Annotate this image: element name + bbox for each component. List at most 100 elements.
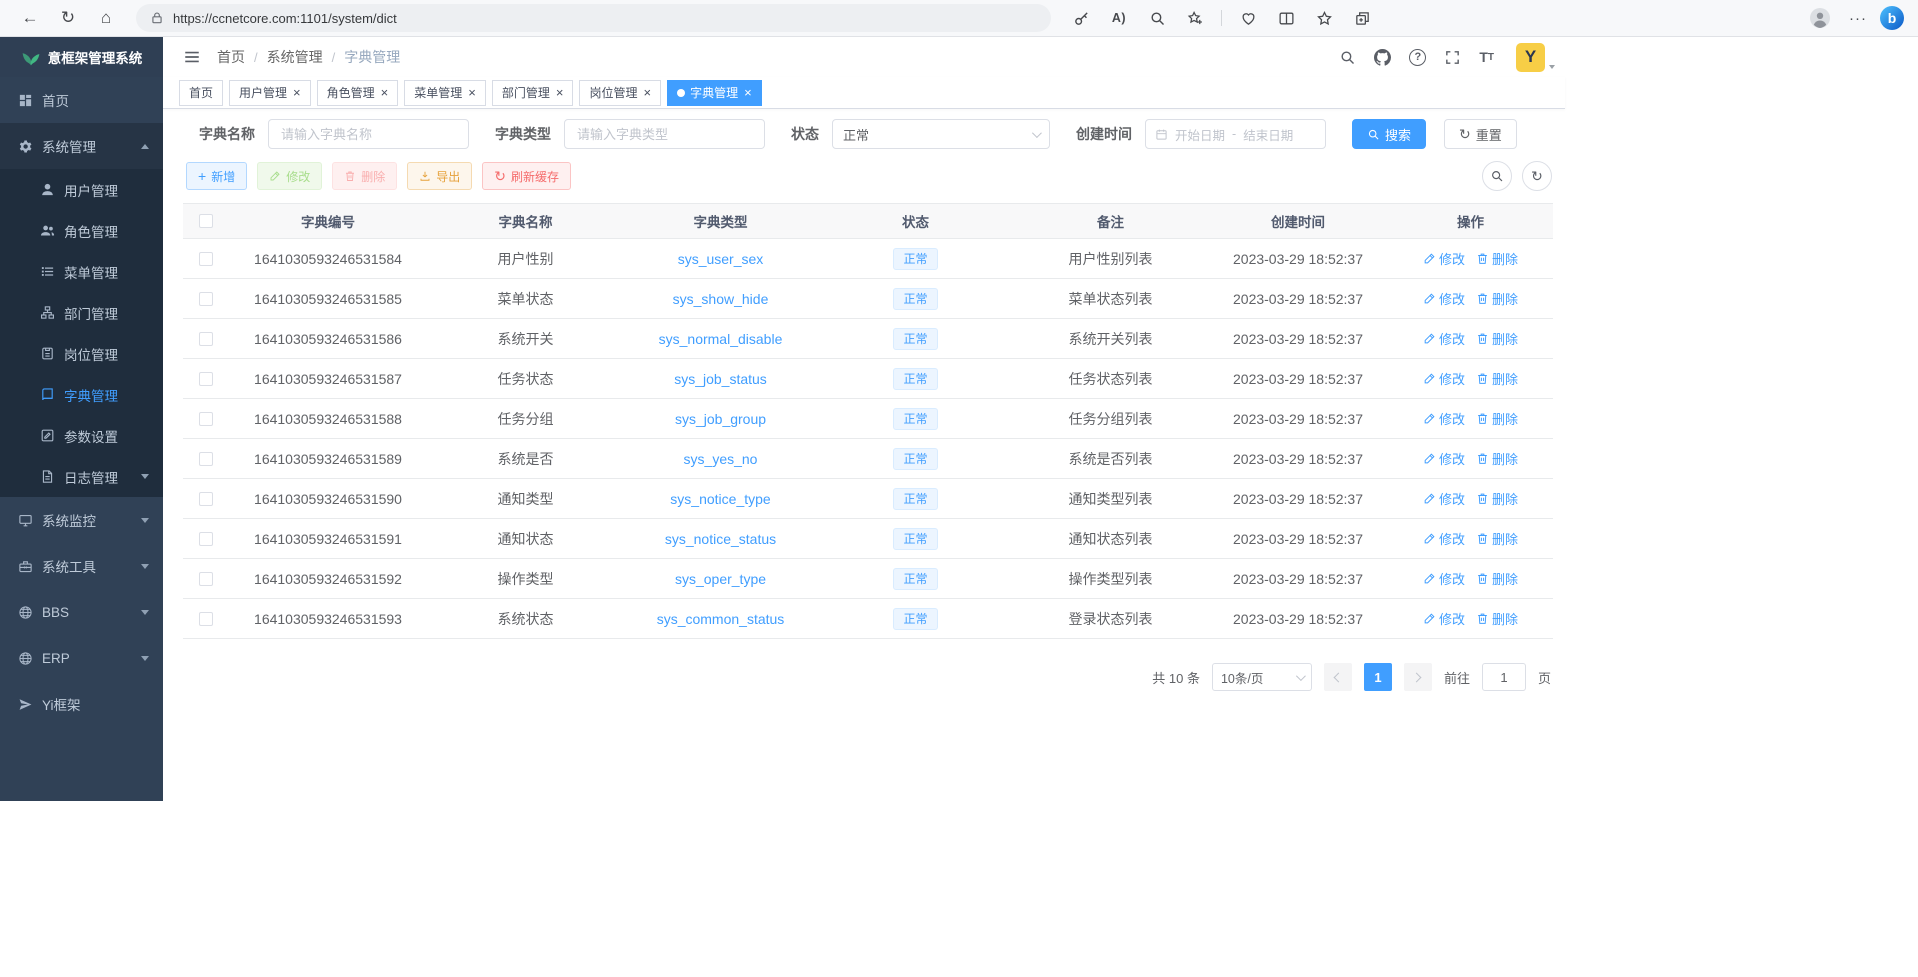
dict-type-link[interactable]: sys_oper_type [675,571,766,587]
dict-type-input[interactable] [564,119,765,149]
sidebar-item-menu-mgmt[interactable]: 菜单管理 [0,251,163,292]
dict-type-link[interactable]: sys_common_status [657,611,785,627]
row-edit-button[interactable]: 修改 [1423,409,1465,428]
goto-page-input[interactable] [1482,663,1526,691]
row-checkbox[interactable] [199,252,213,266]
edit-button[interactable]: 修改 [257,162,322,190]
dict-type-link[interactable]: sys_yes_no [684,451,758,467]
dict-type-link[interactable]: sys_notice_type [670,491,770,507]
tab-home[interactable]: 首页 [179,80,223,106]
add-button[interactable]: + 新增 [186,162,247,190]
row-edit-button[interactable]: 修改 [1423,609,1465,628]
row-delete-button[interactable]: 删除 [1476,289,1518,308]
row-delete-button[interactable]: 删除 [1476,249,1518,268]
sidebar-item-bbs[interactable]: BBS [0,589,163,635]
row-delete-button[interactable]: 删除 [1476,449,1518,468]
address-bar[interactable]: https://ccnetcore.com:1101/system/dict [136,4,1051,32]
dict-type-link[interactable]: sys_job_status [674,371,767,387]
page-size-select[interactable]: 10条/页 [1212,663,1312,691]
dict-type-link[interactable]: sys_notice_status [665,531,776,547]
sidebar-item-param-settings[interactable]: 参数设置 [0,415,163,456]
row-checkbox[interactable] [199,412,213,426]
refresh-table-button[interactable]: ↻ [1522,161,1552,191]
row-edit-button[interactable]: 修改 [1423,449,1465,468]
row-delete-button[interactable]: 删除 [1476,489,1518,508]
row-edit-button[interactable]: 修改 [1423,529,1465,548]
row-delete-button[interactable]: 删除 [1476,529,1518,548]
row-checkbox[interactable] [199,332,213,346]
split-screen-icon[interactable] [1270,4,1302,32]
favorites-icon[interactable] [1308,4,1340,32]
sidebar-item-dict-mgmt[interactable]: 字典管理 [0,374,163,415]
sidebar-item-log-mgmt[interactable]: 日志管理 [0,456,163,497]
sidebar-toggle-button[interactable] [177,42,207,72]
delete-button[interactable]: 删除 [332,162,397,190]
tab-close-icon[interactable]: × [293,86,301,99]
browser-home-button[interactable]: ⌂ [90,4,122,32]
browser-back-button[interactable]: ← [14,4,46,32]
read-aloud-icon[interactable]: A) [1103,4,1135,32]
export-button[interactable]: 导出 [407,162,472,190]
toggle-search-button[interactable] [1482,161,1512,191]
row-checkbox[interactable] [199,372,213,386]
dict-type-link[interactable]: sys_user_sex [678,251,764,267]
search-icon[interactable] [1339,49,1356,66]
tab-menu-mgmt[interactable]: 菜单管理× [404,80,486,106]
sidebar-item-dept-mgmt[interactable]: 部门管理 [0,292,163,333]
tab-post-mgmt[interactable]: 岗位管理× [579,80,661,106]
tab-user-mgmt[interactable]: 用户管理× [229,80,311,106]
row-checkbox[interactable] [199,292,213,306]
prev-page-button[interactable] [1324,663,1352,691]
fullscreen-icon[interactable] [1444,49,1461,66]
help-icon[interactable]: ? [1409,49,1426,66]
dict-type-link[interactable]: sys_show_hide [673,291,769,307]
dict-name-input[interactable] [268,119,469,149]
row-edit-button[interactable]: 修改 [1423,249,1465,268]
row-checkbox[interactable] [199,532,213,546]
add-favorite-icon[interactable] [1179,4,1211,32]
sidebar-item-user-mgmt[interactable]: 用户管理 [0,169,163,210]
tab-close-icon[interactable]: × [381,86,389,99]
row-checkbox[interactable] [199,492,213,506]
sidebar-item-tools[interactable]: 系统工具 [0,543,163,589]
dict-type-link[interactable]: sys_job_group [675,411,766,427]
tab-role-mgmt[interactable]: 角色管理× [317,80,399,106]
font-size-icon[interactable]: TT [1479,49,1494,65]
sidebar-item-monitor[interactable]: 系统监控 [0,497,163,543]
more-menu-icon[interactable]: ··· [1842,4,1874,32]
status-select[interactable]: 正常 [832,119,1050,149]
zoom-icon[interactable] [1141,4,1173,32]
row-delete-button[interactable]: 删除 [1476,609,1518,628]
row-checkbox[interactable] [199,612,213,626]
row-delete-button[interactable]: 删除 [1476,329,1518,348]
row-delete-button[interactable]: 删除 [1476,409,1518,428]
sidebar-item-yi-framework[interactable]: Yi框架 [0,681,163,727]
tab-close-icon[interactable]: × [643,86,651,99]
sidebar-item-home[interactable]: 首页 [0,77,163,123]
tab-close-icon[interactable]: × [468,86,476,99]
row-edit-button[interactable]: 修改 [1423,489,1465,508]
row-edit-button[interactable]: 修改 [1423,289,1465,308]
next-page-button[interactable] [1404,663,1432,691]
user-avatar-logo[interactable]: Y [1516,43,1545,72]
search-button[interactable]: 搜索 [1352,119,1426,149]
sidebar-item-erp[interactable]: ERP [0,635,163,681]
row-checkbox[interactable] [199,572,213,586]
url-text[interactable]: https://ccnetcore.com:1101/system/dict [173,11,397,26]
select-all-checkbox[interactable] [199,214,213,228]
dict-type-link[interactable]: sys_normal_disable [659,331,783,347]
breadcrumb-system[interactable]: 系统管理 [267,47,323,67]
tab-close-icon[interactable]: × [556,86,564,99]
sidebar-item-post-mgmt[interactable]: 岗位管理 [0,333,163,374]
copilot-icon[interactable]: b [1880,6,1904,30]
row-delete-button[interactable]: 删除 [1476,369,1518,388]
reset-button[interactable]: ↻ 重置 [1444,119,1517,149]
collections-icon[interactable] [1346,4,1378,32]
tab-dept-mgmt[interactable]: 部门管理× [492,80,574,106]
github-icon[interactable] [1374,49,1391,66]
row-edit-button[interactable]: 修改 [1423,329,1465,348]
browser-essentials-icon[interactable] [1232,4,1264,32]
breadcrumb-home[interactable]: 首页 [217,47,245,67]
sidebar-item-role-mgmt[interactable]: 角色管理 [0,210,163,251]
row-delete-button[interactable]: 删除 [1476,569,1518,588]
